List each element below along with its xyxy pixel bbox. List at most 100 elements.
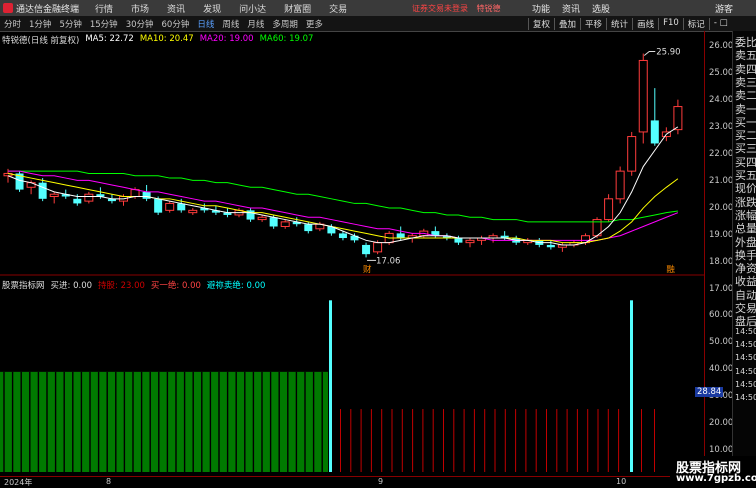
price-tick: 23.00 [709,122,734,132]
side-panel-item: 14:50 [735,379,756,389]
buy-one-label: 买一绝: 0.00 [150,281,201,291]
indicator-red-bar [412,409,414,472]
side-panel-item: 14:50 [735,393,756,403]
candle-body [638,59,648,133]
price-tick: 24.00 [709,95,734,105]
ma5-line [7,126,679,246]
indicator-red-bar [484,409,486,472]
candle-body [142,191,151,199]
side-panel-item: 14:50 [735,326,756,336]
price-tick: 25.00 [709,68,734,78]
indicator-red-bar [515,409,517,472]
sub-tick: 40.00 [709,364,734,374]
ma20-label: MA20: 19.00 [199,34,254,44]
indicator-red-bar [546,409,547,472]
ma60-label: MA60: 19.07 [259,34,314,44]
event-marker: 财 [363,264,372,275]
candle-body [650,120,659,144]
side-panel-item: 14:50 [735,339,756,349]
candle-body [454,238,463,243]
indicator-red-bar [587,409,589,472]
candle-body [362,244,371,255]
ma5-label: MA5: 22.72 [85,34,134,44]
price-tick: 17.00 [709,284,734,294]
indicator-red-bar [607,409,609,472]
watermark-url: www.7gpzb.com [676,473,756,484]
candles [3,53,683,258]
candle-body [373,242,383,253]
indicator-red-bar [432,409,434,472]
ma-lines [7,126,679,246]
indicator-red-bar [463,409,465,472]
candle-body [269,217,278,227]
price-tick: 21.00 [709,176,734,186]
sub-tick: 10.00 [709,445,734,455]
indicator-name: 股票指标网 [2,281,45,291]
main-legend: 特锐德(日线 前复权) MA5: 22.72 MA10: 20.47 MA20:… [2,34,313,46]
indicator-red-bar [443,409,444,472]
indicator-red-bar [350,409,352,472]
indicator-red-bar [340,409,341,472]
indicator-red-bar [473,409,475,472]
vanish-label: 避祢卖绝: 0.00 [206,281,266,291]
candle-body [304,224,313,232]
candle-body [338,233,347,239]
candle-body [73,198,82,204]
watermark: 股票指标网 www.7gpzb.com [670,456,756,487]
candle-body [165,202,175,211]
hold-label: 持股: 23.00 [98,281,145,291]
ma20-line [8,170,679,241]
buy-in-label: 买进: 0.00 [50,281,93,291]
candle-body [257,216,267,221]
side-panel-item: 14:50 [735,366,756,376]
side-panel-item: 14:50 [735,353,756,363]
date-label: 9 [378,477,384,486]
indicator-spike [329,300,332,472]
indicator-red-bar [360,409,362,472]
guest-user[interactable]: 游客 [715,2,733,15]
indicator-red-bar [504,409,506,472]
price-axis: 26.00 25.00 24.00 23.00 22.00 21.00 20.0… [695,31,734,478]
price-tick: 20.00 [709,203,734,213]
candle-body [673,106,683,131]
indicator-red-bar [391,409,393,472]
indicator-red-bar [422,409,424,472]
candle-body [84,193,94,202]
candle-body [154,198,163,213]
indicator-red-bar [597,409,599,472]
candle-body [465,239,475,244]
price-tick: 22.00 [709,149,734,159]
indicator-red-bar [381,409,383,472]
indicator-spike [630,300,633,472]
candle-body [49,193,59,198]
high-marker [643,51,656,56]
indicator-red-bar [654,409,655,472]
date-label: 2024年 [4,478,33,487]
indicator-red-bar [535,409,537,472]
ma10-label: MA10: 20.47 [139,34,194,44]
date-label: 10 [616,477,627,486]
price-tick: 26.00 [709,41,734,51]
sub-tick: 50.00 [709,337,734,347]
event-marker: 融 [666,264,675,275]
candle-body [627,136,637,172]
date-axis: 2024年 8 9 10 [0,476,704,488]
indicator-red-bar [525,409,527,472]
indicator-red-bar [453,409,455,472]
low-price-label: 17.06 [376,256,400,266]
candle-body [615,170,625,200]
candle-body [546,244,555,248]
kline-chart[interactable]: 25.90 17.06 财 融 [0,0,704,476]
candle-body [188,209,198,214]
price-tick: 19.00 [709,230,734,240]
sub-legend: 股票指标网 买进: 0.00 持股: 23.00 买一绝: 0.00 避祢卖绝:… [2,279,265,291]
indicator-red-bar [370,409,372,472]
tool-window-controls[interactable]: - □ [708,17,732,30]
indicator-red-bar [566,409,568,472]
indicator-red-bar [641,409,642,472]
date-label: 8 [106,477,112,486]
sub-tick: 60.00 [709,310,734,320]
stock-name-label: 特锐德(日线 前复权) [2,36,80,46]
candle-body [396,233,405,239]
indicator-red-bar [556,409,558,472]
